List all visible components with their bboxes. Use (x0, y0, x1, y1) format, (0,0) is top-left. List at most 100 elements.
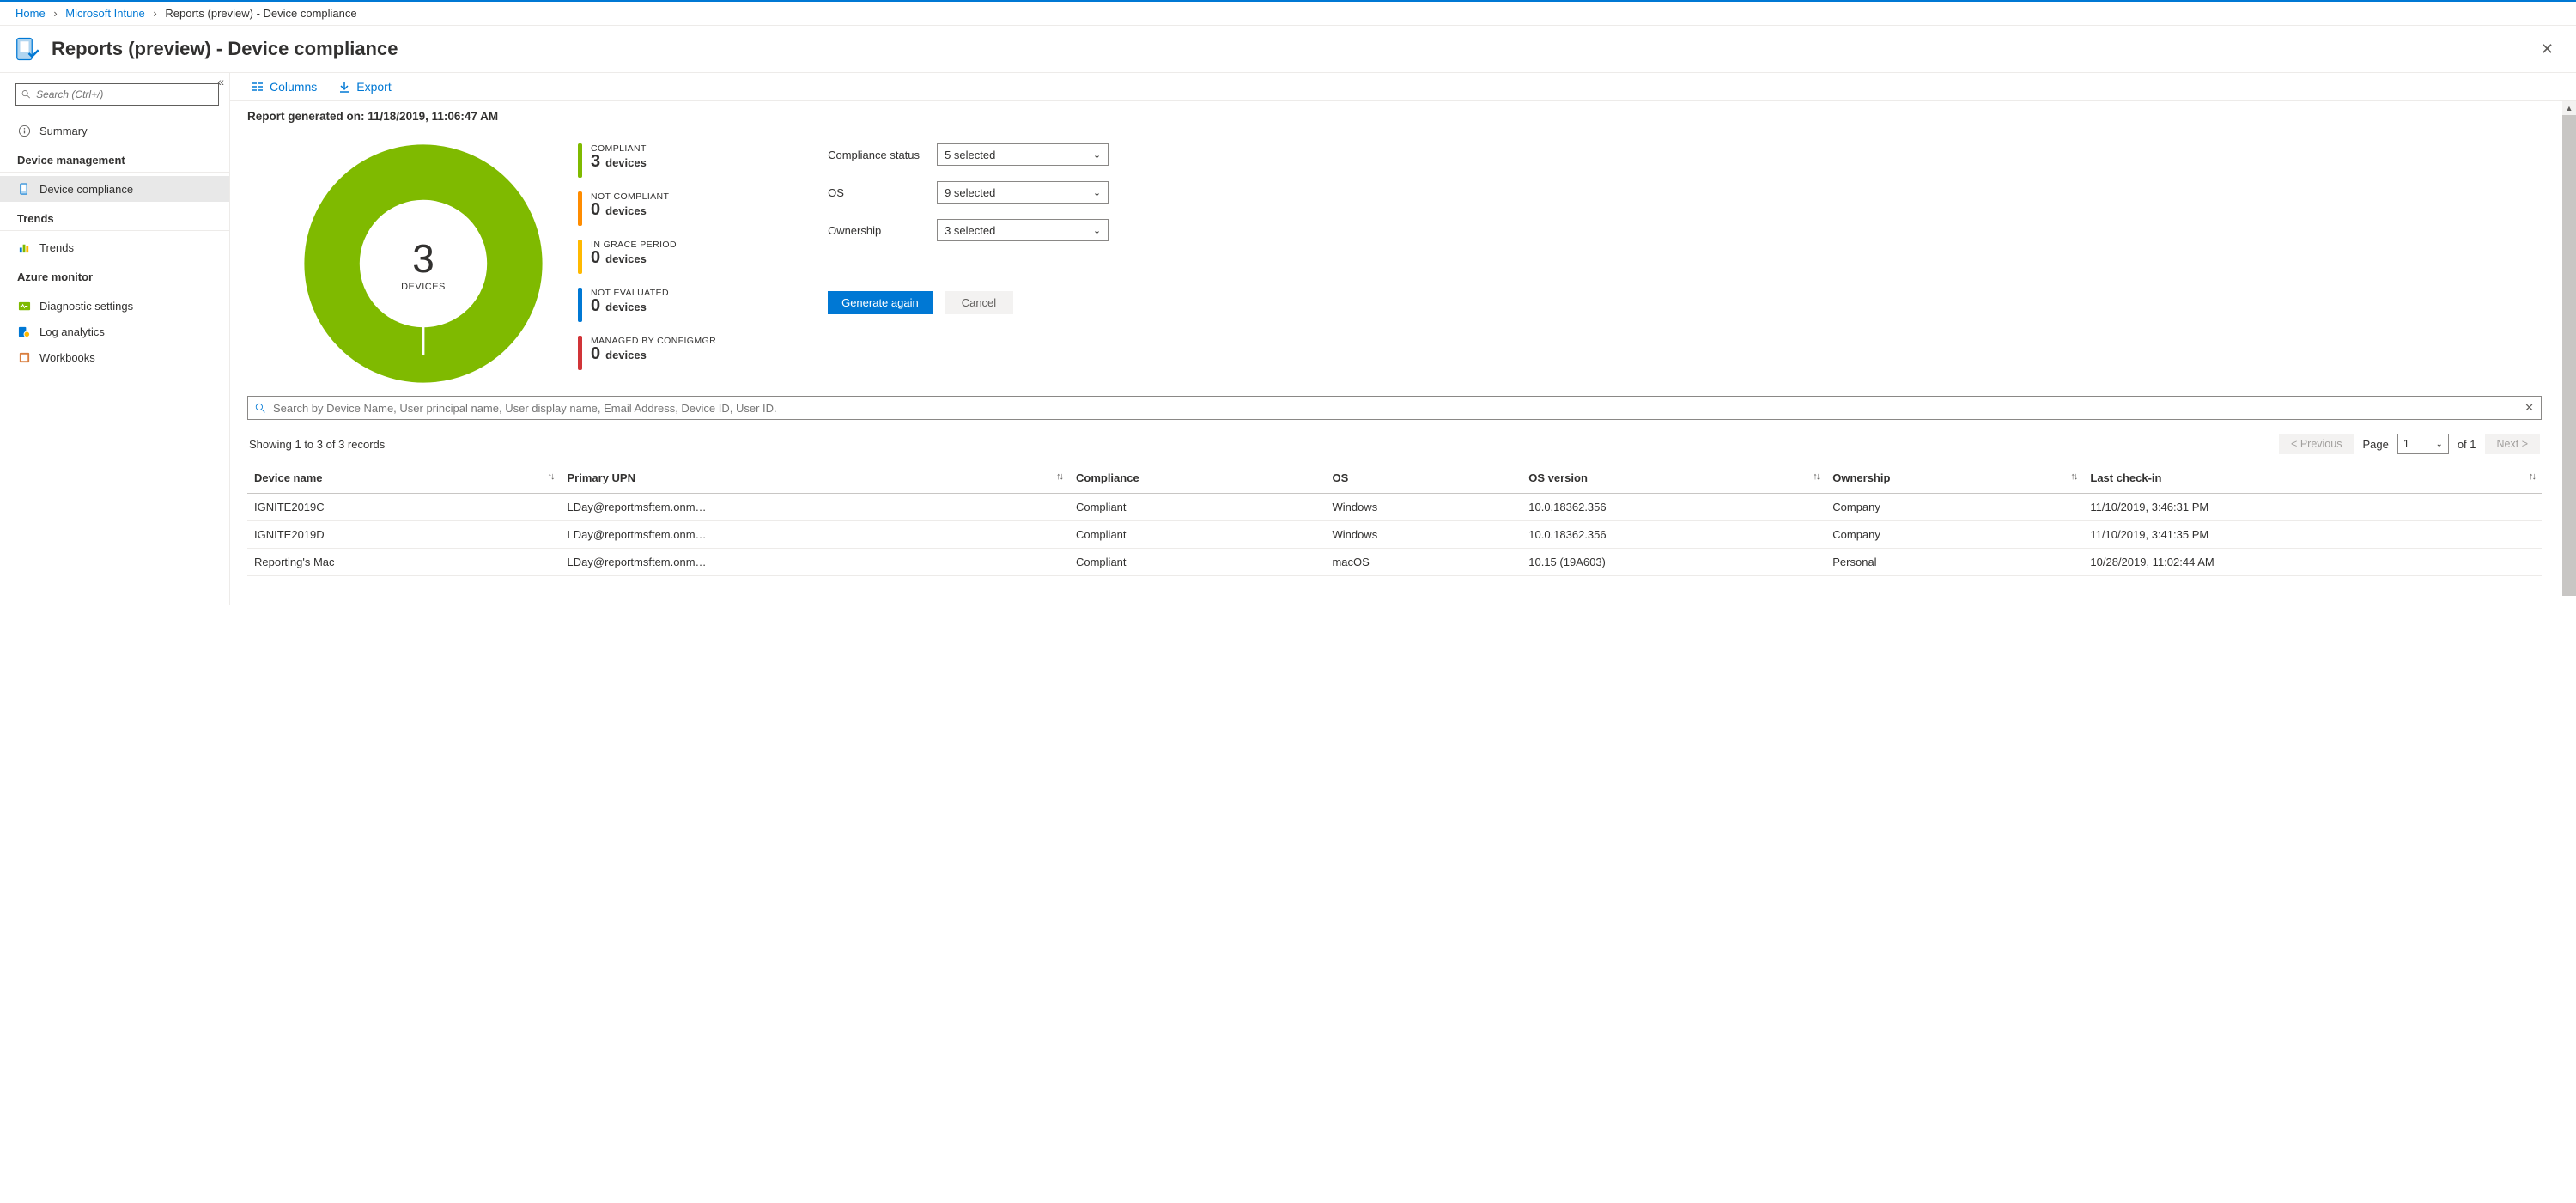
table-cell: Compliant (1069, 521, 1325, 549)
legend-color-bar (578, 240, 582, 274)
legend-color-bar (578, 288, 582, 322)
breadcrumb-current: Reports (preview) - Device compliance (165, 7, 356, 20)
device-icon (17, 182, 31, 196)
sidebar-item-label: Log analytics (39, 325, 105, 338)
table-cell: Company (1826, 521, 2083, 549)
column-label: Last check-in (2090, 471, 2161, 484)
export-button[interactable]: Export (337, 80, 391, 94)
info-icon (17, 124, 31, 137)
device-compliance-icon (12, 34, 41, 64)
legend-item: IN GRACE PERIOD 0 devices (578, 240, 716, 274)
breadcrumb-home[interactable]: Home (15, 7, 46, 20)
diagnostic-icon (17, 299, 31, 313)
table-cell: 10.0.18362.356 (1522, 521, 1826, 549)
table-cell: 10.0.18362.356 (1522, 494, 1826, 521)
page-title: Reports (preview) - Device compliance (52, 38, 398, 60)
legend-category: MANAGED BY CONFIGMGR (591, 336, 716, 346)
log-analytics-icon (17, 325, 31, 338)
sidebar-item-label: Device compliance (39, 183, 133, 196)
device-table: Device name↑↓Primary UPN↑↓ComplianceOSOS… (247, 463, 2542, 576)
chevron-down-icon: ⌄ (2435, 440, 2442, 449)
filter-label-ownership: Ownership (828, 224, 927, 237)
table-cell: IGNITE2019D (247, 521, 561, 549)
vertical-scrollbar[interactable]: ▲ (2562, 101, 2576, 596)
close-button[interactable]: ✕ (2534, 35, 2561, 64)
sidebar-item-label: Diagnostic settings (39, 300, 133, 313)
chart-legend: COMPLIANT 3 devices NOT COMPLIANT 0 devi… (578, 135, 716, 370)
table-search-input[interactable] (273, 402, 2518, 415)
table-row[interactable]: IGNITE2019CLDay@reportmsftem.onm…Complia… (247, 494, 2542, 521)
legend-value: 3 (591, 152, 600, 172)
cancel-button[interactable]: Cancel (945, 291, 1013, 314)
sort-icon: ↑↓ (2529, 471, 2535, 482)
table-cell: 10.15 (19A603) (1522, 549, 1826, 576)
sidebar-item-workbooks[interactable]: Workbooks (0, 344, 229, 370)
table-cell: LDay@reportmsftem.onm… (561, 521, 1069, 549)
table-cell: Compliant (1069, 549, 1325, 576)
compliance-status-select[interactable]: 5 selected ⌄ (937, 143, 1109, 166)
table-search-box[interactable]: ✕ (247, 396, 2542, 420)
sidebar-section-trends: Trends (0, 202, 229, 231)
sidebar-item-diagnostic[interactable]: Diagnostic settings (0, 293, 229, 319)
table-row[interactable]: IGNITE2019DLDay@reportmsftem.onm…Complia… (247, 521, 2542, 549)
filter-panel: Compliance status 5 selected ⌄ OS 9 sele… (828, 135, 1120, 314)
column-label: Primary UPN (568, 471, 635, 484)
table-cell: 11/10/2019, 3:46:31 PM (2083, 494, 2542, 521)
column-label: Device name (254, 471, 323, 484)
sidebar-item-trends[interactable]: Trends (0, 234, 229, 260)
column-header[interactable]: Last check-in ↑↓ (2083, 463, 2542, 494)
sidebar-search-input[interactable] (36, 88, 213, 100)
sort-icon: ↑↓ (548, 471, 554, 482)
os-select[interactable]: 9 selected ⌄ (937, 181, 1109, 204)
ownership-select[interactable]: 3 selected ⌄ (937, 219, 1109, 241)
columns-button[interactable]: Columns (251, 80, 317, 94)
scrollbar-thumb[interactable] (2562, 115, 2576, 596)
filter-label-compliance: Compliance status (828, 149, 927, 161)
column-header[interactable]: OS (1325, 463, 1522, 494)
table-cell: 10/28/2019, 11:02:44 AM (2083, 549, 2542, 576)
sort-icon: ↑↓ (2070, 471, 2076, 482)
sidebar-item-summary[interactable]: Summary (0, 118, 229, 143)
column-header[interactable]: Primary UPN ↑↓ (561, 463, 1069, 494)
sidebar-search[interactable] (15, 83, 219, 106)
scroll-up-arrow[interactable]: ▲ (2562, 101, 2576, 115)
legend-unit: devices (605, 156, 647, 169)
sidebar-item-label: Summary (39, 125, 88, 137)
column-header[interactable]: OS version ↑↓ (1522, 463, 1826, 494)
sort-icon: ↑↓ (1056, 471, 1062, 482)
donut-center-value: 3 (401, 235, 446, 282)
collapse-sidebar-button[interactable]: « (217, 75, 224, 88)
table-cell: macOS (1325, 549, 1522, 576)
generate-again-button[interactable]: Generate again (828, 291, 933, 314)
table-cell: Personal (1826, 549, 2083, 576)
column-label: OS version (1528, 471, 1588, 484)
next-page-button[interactable]: Next > (2485, 434, 2540, 454)
compliance-donut-chart: 3 DEVICES (303, 143, 544, 384)
legend-color-bar (578, 143, 582, 178)
sidebar-item-label: Workbooks (39, 351, 95, 364)
toolbar-label: Export (356, 80, 391, 94)
filter-label-os: OS (828, 186, 927, 199)
legend-value: 0 (591, 344, 600, 364)
table-row[interactable]: Reporting's MacLDay@reportmsftem.onm…Com… (247, 549, 2542, 576)
search-icon (255, 403, 266, 414)
toolbar-label: Columns (270, 80, 317, 94)
column-header[interactable]: Compliance (1069, 463, 1325, 494)
sidebar-item-log-analytics[interactable]: Log analytics (0, 319, 229, 344)
legend-category: NOT EVALUATED (591, 288, 669, 298)
sort-icon: ↑↓ (1813, 471, 1819, 482)
breadcrumb-intune[interactable]: Microsoft Intune (65, 7, 145, 20)
column-header[interactable]: Ownership↑↓ (1826, 463, 2083, 494)
previous-page-button[interactable]: < Previous (2279, 434, 2354, 454)
sidebar-section-azure-monitor: Azure monitor (0, 260, 229, 289)
legend-category: NOT COMPLIANT (591, 191, 669, 202)
columns-icon (251, 80, 264, 94)
search-icon (21, 89, 31, 100)
column-header[interactable]: Device name ↑↓ (247, 463, 561, 494)
sidebar-item-device-compliance[interactable]: Device compliance (0, 176, 229, 202)
clear-search-button[interactable]: ✕ (2524, 401, 2534, 415)
legend-color-bar (578, 336, 582, 370)
page-number-select[interactable]: 1⌄ (2397, 434, 2449, 454)
workbook-icon (17, 350, 31, 364)
legend-value: 0 (591, 248, 600, 268)
